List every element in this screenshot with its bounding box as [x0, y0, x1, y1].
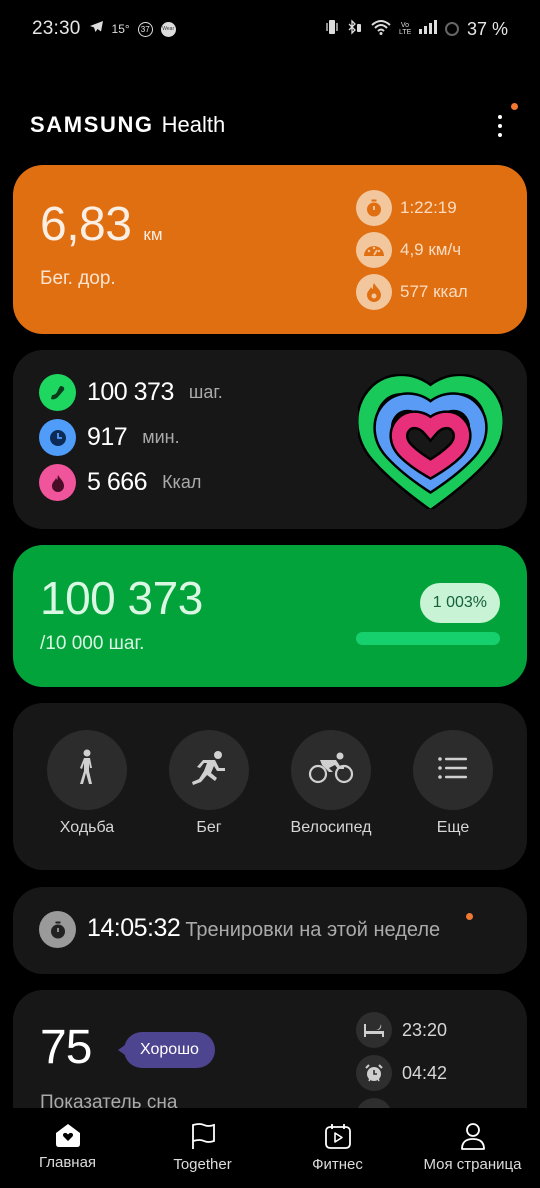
- bottom-navigation: Главная Together Фитнес Моя страница: [0, 1108, 540, 1188]
- speed-value: 4,9 км/ч: [400, 240, 462, 259]
- active-minutes-unit: мин.: [142, 427, 180, 447]
- activity-rings-heart[interactable]: [358, 374, 503, 509]
- calories-value: 5 666: [87, 468, 148, 496]
- sleep-stat-wakeup: 04:42: [356, 1055, 447, 1091]
- clock-icon: [39, 419, 76, 456]
- activity-row-minutes: 917 мин.: [39, 419, 223, 456]
- signal-icon: [418, 19, 437, 39]
- battery-percent: 37 %: [466, 18, 508, 39]
- activity-row-calories: 5 666 Ккал: [39, 464, 223, 501]
- notification-count-icon: 37: [137, 21, 153, 37]
- home-icon: [54, 1122, 82, 1148]
- workout-running-button[interactable]: Бег: [148, 730, 270, 837]
- calories-unit: Ккал: [162, 472, 202, 492]
- telegram-icon: [89, 20, 104, 38]
- nav-fitness[interactable]: Фитнес: [270, 1108, 405, 1188]
- workout-label: Велосипед: [290, 819, 372, 836]
- exercise-stat-duration: 1:22:19: [356, 190, 468, 226]
- exercise-stat-speed: 4,9 км/ч: [356, 232, 468, 268]
- walking-icon: [75, 749, 99, 792]
- cycling-icon: [308, 752, 354, 789]
- status-time: 23:30: [32, 18, 81, 39]
- weekly-workouts-card[interactable]: 14:05:32 Тренировки на этой неделе: [13, 887, 527, 974]
- workout-more-button[interactable]: Еще: [392, 730, 514, 837]
- steps-progress-fill: [356, 632, 500, 645]
- workout-label: Еще: [436, 819, 470, 836]
- status-bar: 23:30 15° 37 Wear Vo LTE 37 %: [0, 0, 540, 58]
- app-name: Health: [161, 112, 226, 137]
- weekly-workout-label: Тренировки на этой неделе: [185, 919, 441, 941]
- sleep-rating-badge: Хорошо: [118, 1032, 215, 1068]
- exercise-stat-calories: 577 ккал: [356, 274, 468, 310]
- notification-dot: [466, 913, 473, 920]
- sleep-stat-bedtime: 23:20: [356, 1012, 447, 1048]
- brand-logo: SAMSUNG: [30, 112, 154, 137]
- steps-value: 100 373: [87, 378, 174, 406]
- exercise-stats: 1:22:19 4,9 км/ч 577 ккал: [356, 190, 468, 310]
- nav-together[interactable]: Together: [135, 1108, 270, 1188]
- flame-icon: [356, 274, 392, 310]
- list-icon: [438, 756, 468, 784]
- flag-icon: [189, 1122, 217, 1150]
- distance-unit: км: [143, 225, 163, 244]
- activity-metrics: 100 373 шаг. 917 мин. 5 666 Ккал: [39, 374, 223, 501]
- active-minutes-value: 917: [87, 423, 128, 451]
- daily-activity-card[interactable]: 100 373 шаг. 917 мин. 5 666 Ккал: [13, 350, 527, 529]
- vibrate-icon: [325, 19, 339, 40]
- nav-label: Together: [173, 1156, 232, 1173]
- steps-percent-badge: 1 003%: [419, 583, 500, 623]
- steps-unit: шаг.: [188, 382, 223, 402]
- sleep-score: 75: [40, 1021, 92, 1074]
- nav-label: Фитнес: [312, 1156, 363, 1173]
- wifi-icon: [371, 19, 391, 40]
- distance-value: 6,83: [40, 198, 132, 251]
- quick-workouts-card: Ходьба Бег Велосипед Еще: [13, 703, 527, 870]
- workout-label: Ходьба: [59, 819, 115, 836]
- duration-value: 1:22:19: [400, 198, 457, 217]
- notification-dot: [511, 103, 518, 110]
- workout-cycling-button[interactable]: Велосипед: [270, 730, 392, 837]
- wear-app-icon: Wear: [160, 21, 176, 37]
- activity-row-steps: 100 373 шаг.: [39, 374, 223, 411]
- profile-icon: [459, 1122, 487, 1150]
- app-header: SAMSUNG Health: [0, 100, 540, 150]
- nav-home[interactable]: Главная: [0, 1108, 135, 1188]
- wakeup-value: 04:42: [402, 1062, 448, 1083]
- battery-icon: [444, 22, 459, 36]
- shoe-icon: [39, 374, 76, 411]
- exercise-distance: 6,83 км: [40, 197, 163, 252]
- bedtime-value: 23:20: [402, 1019, 448, 1040]
- exercise-type: Бег. дор.: [40, 268, 116, 289]
- workout-label: Бег: [196, 819, 222, 836]
- bluetooth-battery-icon: [347, 18, 363, 40]
- fitness-icon: [324, 1122, 352, 1150]
- weekly-workout-time: 14:05:32: [87, 914, 181, 942]
- steps-card[interactable]: 100 373 /10 000 шаг. 1 003%: [13, 545, 527, 687]
- bed-icon: [356, 1012, 392, 1048]
- more-options-button[interactable]: [490, 108, 510, 144]
- running-icon: [189, 750, 229, 791]
- calories-value: 577 ккал: [400, 282, 468, 301]
- steps-progress-bar: [356, 632, 500, 645]
- exercise-card[interactable]: 6,83 км Бег. дор. 1:22:19 4,9 км/ч 577 к…: [13, 165, 527, 334]
- stopwatch-icon: [356, 190, 392, 226]
- volte-icon: Vo LTE: [398, 22, 412, 36]
- flame-icon: [39, 464, 76, 501]
- workout-walking-button[interactable]: Ходьба: [26, 730, 148, 837]
- nav-label: Моя страница: [423, 1156, 522, 1173]
- steps-count: 100 373: [40, 572, 203, 624]
- nav-my-page[interactable]: Моя страница: [405, 1108, 540, 1188]
- weather-temp: 15°: [111, 22, 130, 36]
- speedometer-icon: [356, 232, 392, 268]
- steps-goal: /10 000 шаг.: [40, 633, 145, 654]
- nav-label: Главная: [38, 1154, 97, 1171]
- calories-ring: [392, 412, 469, 478]
- alarm-icon: [356, 1055, 392, 1091]
- stopwatch-icon: [39, 911, 76, 948]
